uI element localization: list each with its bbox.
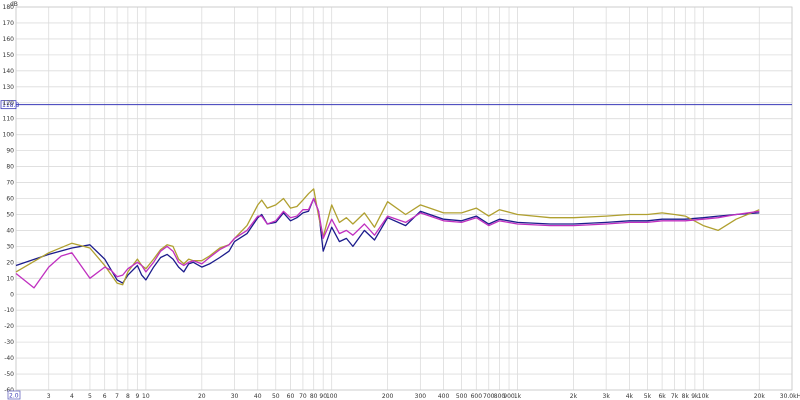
x-tick-label: 1k [514,393,522,400]
x-tick-label: 6 [103,393,107,400]
x-tick-label: 30 [231,393,239,400]
x-tick-label: 8 [126,393,130,400]
y-tick-label: 20 [6,259,14,266]
x-tick-label: 30.0kHz [780,393,800,400]
y-tick-label: 70 [6,180,14,187]
chart-background [0,0,800,400]
y-tick-label: 140 [3,68,15,75]
y-tick-label: 130 [3,84,15,91]
x-tick-label: 80 [310,393,318,400]
x-tick-label: 20 [198,393,206,400]
y-tick-label: 50 [6,211,14,218]
y-tick-label: 0 [10,291,14,298]
x-tick-label: 50 [272,393,280,400]
y-tick-label: 180 [3,4,15,11]
x-tick-label: 200 [382,393,394,400]
y-tick-label: 110 [3,116,15,123]
x-tick-label: 500 [456,393,468,400]
x-tick-label: 8k [682,393,690,400]
x-tick-label: 40 [254,393,262,400]
x-tick-label: 3 [47,393,51,400]
x-tick-label: 10k [698,393,710,400]
y-tick-label: 120 [3,100,15,107]
x-tick-label: 300 [415,393,427,400]
y-tick-label: 170 [3,20,15,27]
x-tick-label: 600 [471,393,483,400]
x-tick-label: 20k [754,393,766,400]
y-tick-label: -10 [4,307,14,314]
x-tick-label: 4 [70,393,74,400]
x-tick-label: 10 [142,393,150,400]
x-tick-label: 5k [644,393,652,400]
y-tick-label: -40 [4,355,14,362]
y-tick-label: 80 [6,164,14,171]
x-tick-label: 5 [88,393,92,400]
y-tick-label: 150 [3,52,15,59]
x-start-label: 2.0 [9,393,19,400]
x-tick-label: 7 [115,393,119,400]
y-tick-label: 30 [6,243,14,250]
y-tick-label: -20 [4,323,14,330]
x-tick-label: 2k [570,393,578,400]
x-tick-label: 6k [658,393,666,400]
frequency-response-chart: dB 118.8 1801701601501401301201101009080… [0,0,800,400]
y-tick-label: 90 [6,148,14,155]
x-tick-label: 400 [438,393,450,400]
x-tick-label: 60 [287,393,295,400]
x-tick-label: 9 [135,393,139,400]
x-tick-label: 4k [626,393,634,400]
y-tick-label: 60 [6,196,14,203]
y-tick-label: 10 [6,275,14,282]
y-tick-label: 100 [3,132,15,139]
x-tick-label: 100 [326,393,338,400]
x-tick-label: 3k [603,393,611,400]
x-tick-label: 70 [299,393,307,400]
x-tick-label: 7k [671,393,679,400]
y-tick-label: 40 [6,227,14,234]
y-tick-label: -50 [4,371,14,378]
y-tick-label: -30 [4,339,14,346]
y-tick-label: 160 [3,36,15,43]
